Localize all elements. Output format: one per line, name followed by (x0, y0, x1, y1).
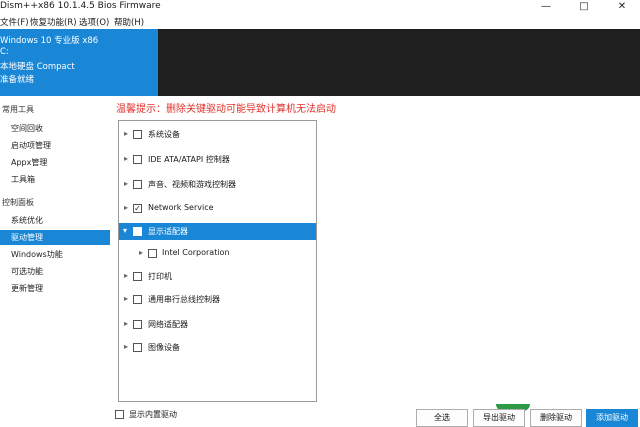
chevron-right-icon[interactable]: ▸ (124, 129, 128, 138)
menu-help[interactable]: 帮助(H) (114, 16, 144, 28)
chevron-right-icon[interactable]: ▸ (124, 203, 128, 212)
tree-node-imaging-devices[interactable]: ▸ 图像设备 (119, 339, 316, 356)
node-label: 显示适配器 (148, 227, 188, 236)
sidebar: 常用工具 空间回收 启动项管理 Appx管理 工具箱 控制面板 系统优化 驱动管… (0, 96, 110, 425)
window-title: Dism++x86 10.1.4.5 Bios Firmware (0, 1, 161, 11)
section-common-tools: 常用工具 (2, 105, 34, 114)
node-checkbox[interactable] (133, 155, 142, 164)
tree-node-ide-controller[interactable]: ▸ IDE ATA/ATAPI 控制器 (119, 151, 316, 168)
menu-file[interactable]: 文件(F) (0, 16, 29, 28)
show-builtin-label: 显示内置驱动 (129, 410, 177, 419)
sidebar-item-update-management[interactable]: 更新管理 (0, 281, 110, 296)
node-checkbox[interactable] (133, 343, 142, 352)
chevron-right-icon[interactable]: ▸ (124, 179, 128, 188)
add-driver-button[interactable]: 添加驱动 (586, 409, 638, 427)
chevron-right-icon[interactable]: ▸ (124, 319, 128, 328)
node-label: 打印机 (148, 272, 172, 281)
drive-info: 本地硬盘 Compact (0, 62, 75, 72)
tree-node-sound-video[interactable]: ▸ 声音、视频和游戏控制器 (119, 176, 316, 193)
header-area: Windows 10 专业版 x86 C: 本地硬盘 Compact 准备就绪 (0, 29, 640, 96)
status-text: 准备就绪 (0, 75, 35, 85)
chevron-right-icon[interactable]: ▸ (139, 248, 143, 257)
os-name: Windows 10 专业版 x86 (0, 36, 99, 46)
delete-driver-button[interactable]: 删除驱动 (530, 409, 582, 427)
driver-tree[interactable]: ▸ 系统设备 ▸ IDE ATA/ATAPI 控制器 ▸ 声音、视频和游戏控制器… (118, 120, 317, 402)
export-driver-button[interactable]: 导出驱动 (473, 409, 525, 427)
chevron-right-icon[interactable]: ▸ (124, 154, 128, 163)
node-label: 图像设备 (148, 343, 180, 352)
tree-node-intel-corporation[interactable]: ▸ Intel Corporation (119, 245, 316, 262)
sidebar-item-optional-features[interactable]: 可选功能 (0, 264, 110, 279)
node-checkbox[interactable] (133, 320, 142, 329)
node-checkbox[interactable] (133, 180, 142, 189)
node-label: 系统设备 (148, 130, 180, 139)
system-panel[interactable]: Windows 10 专业版 x86 C: 本地硬盘 Compact 准备就绪 (0, 29, 158, 96)
menu-restore[interactable]: 恢复功能(R) (30, 16, 77, 28)
chevron-down-icon[interactable]: ▾ (123, 226, 127, 235)
minimize-button[interactable]: — (534, 0, 558, 14)
tree-node-usb-controller[interactable]: ▸ 通用串行总线控制器 (119, 291, 316, 308)
sidebar-item-appx[interactable]: Appx管理 (0, 155, 110, 170)
node-label: 通用串行总线控制器 (148, 295, 220, 304)
tree-node-network-adapter[interactable]: ▸ 网络适配器 (119, 316, 316, 333)
chevron-right-icon[interactable]: ▸ (124, 271, 128, 280)
node-label: IDE ATA/ATAPI 控制器 (148, 155, 230, 164)
tree-node-display-adapter[interactable]: ▾ 显示适配器 (119, 223, 316, 240)
chevron-right-icon[interactable]: ▸ (124, 294, 128, 303)
node-label: 网络适配器 (148, 320, 188, 329)
menu-options[interactable]: 选项(O) (79, 16, 109, 28)
sidebar-item-driver-management[interactable]: 驱动管理 (0, 230, 110, 245)
tree-node-system-devices[interactable]: ▸ 系统设备 (119, 126, 316, 143)
sidebar-item-space-cleanup[interactable]: 空间回收 (0, 121, 110, 136)
node-label: 声音、视频和游戏控制器 (148, 180, 236, 189)
warning-tip: 温馨提示：删除关键驱动可能导致计算机无法启动 (116, 104, 336, 115)
node-checkbox[interactable] (148, 249, 157, 258)
node-label: Network Service (148, 203, 214, 212)
node-checkbox[interactable] (133, 272, 142, 281)
tree-node-network-service[interactable]: ▸ ✓ Network Service (119, 200, 316, 217)
node-checkbox-checked[interactable]: ✓ (133, 204, 142, 213)
title-bar: Dism++x86 10.1.4.5 Bios Firmware — □ ✕ (0, 0, 640, 14)
maximize-button[interactable]: □ (572, 0, 596, 14)
sidebar-item-startup[interactable]: 启动项管理 (0, 138, 110, 153)
sidebar-item-windows-features[interactable]: Windows功能 (0, 247, 110, 262)
select-all-button[interactable]: 全选 (416, 409, 468, 427)
chevron-right-icon[interactable]: ▸ (124, 342, 128, 351)
section-control-panel: 控制面板 (2, 198, 34, 207)
node-label: Intel Corporation (162, 248, 230, 257)
close-button[interactable]: ✕ (610, 0, 634, 14)
show-builtin-checkbox[interactable] (115, 410, 124, 419)
drive-letter: C: (0, 47, 9, 57)
node-checkbox[interactable] (133, 295, 142, 304)
node-checkbox[interactable] (133, 130, 142, 139)
node-checkbox[interactable] (133, 227, 142, 236)
menu-bar: 文件(F) 恢复功能(R) 选项(O) 帮助(H) (0, 15, 640, 28)
tree-node-printers[interactable]: ▸ 打印机 (119, 268, 316, 285)
sidebar-item-toolbox[interactable]: 工具箱 (0, 172, 110, 187)
sidebar-item-system-optimize[interactable]: 系统优化 (0, 213, 110, 228)
